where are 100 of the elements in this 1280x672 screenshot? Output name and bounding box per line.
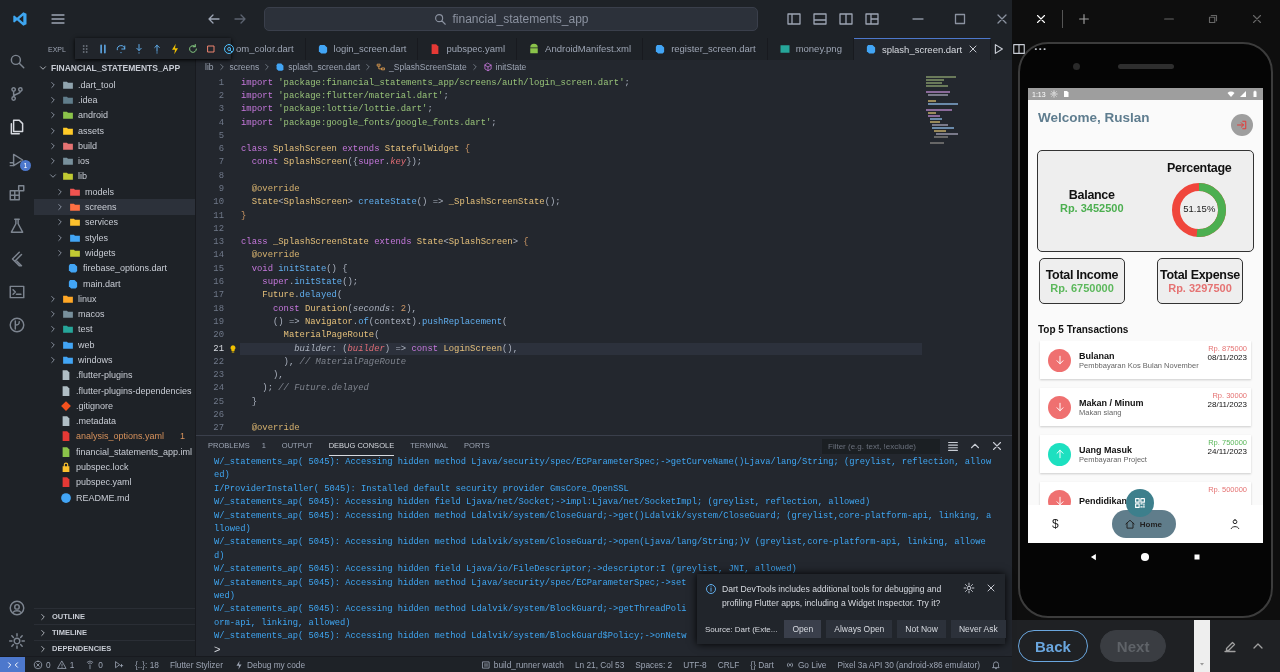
tree-item[interactable]: web — [34, 337, 195, 353]
editor-tab[interactable]: money.png — [767, 38, 854, 60]
tree-item[interactable]: linux — [34, 291, 195, 307]
tree-item[interactable]: build — [34, 138, 195, 154]
panel-toggle-icon[interactable] — [812, 11, 828, 27]
breadcrumb-item[interactable]: _SplashScreenState — [389, 62, 467, 72]
tree-item[interactable]: test — [34, 321, 195, 338]
close-icon[interactable] — [1034, 12, 1048, 26]
flask-icon[interactable] — [8, 217, 26, 235]
editor-tab[interactable]: pubspec.yaml — [418, 38, 518, 60]
editor-tab[interactable]: login_screen.dart — [305, 38, 419, 60]
run-debug-icon[interactable] — [8, 151, 26, 169]
tree-item[interactable]: windows — [34, 352, 195, 368]
debug-icon[interactable] — [113, 659, 124, 670]
status-item[interactable]: Ln 21, Col 53 — [574, 659, 625, 670]
nav-item[interactable]: $ — [1052, 517, 1059, 531]
git-graph-icon[interactable] — [8, 316, 26, 334]
logout-button[interactable] — [1231, 114, 1253, 136]
account-icon[interactable] — [8, 599, 26, 617]
breadcrumb-item[interactable]: lib — [205, 62, 214, 72]
tree-item[interactable]: services — [34, 214, 195, 230]
step-into-icon[interactable] — [133, 42, 145, 55]
restore-icon[interactable] — [1206, 12, 1220, 26]
tree-item[interactable]: firebase_options.dart — [34, 260, 195, 276]
workspace-folder[interactable]: FINANCIAL_STATEMENTS_APP — [34, 60, 195, 76]
status-item[interactable]: Flutter Stylizer — [169, 659, 223, 670]
tree-item[interactable]: android — [34, 107, 195, 123]
editor-tab[interactable]: om_color.dart — [234, 38, 306, 60]
editor-tab[interactable]: AndroidManifest.xml — [517, 38, 644, 60]
console-prompt[interactable]: > — [214, 643, 221, 655]
ports-status[interactable]: 0 — [85, 659, 103, 670]
tree-item[interactable]: .dart_tool — [34, 77, 195, 93]
command-search-field[interactable]: financial_statements_app — [264, 7, 758, 31]
source-control-icon[interactable] — [8, 85, 26, 103]
home-icon[interactable] — [1140, 552, 1151, 562]
search-icon[interactable] — [8, 52, 26, 70]
menu-icon[interactable] — [50, 11, 66, 27]
devtools-icon[interactable] — [223, 42, 235, 55]
tree-item[interactable]: analysis_options.yaml 1 — [34, 428, 195, 445]
editor-tab[interactable]: register_screen.dart — [643, 38, 768, 60]
status-item[interactable]: Pixel 3a API 30 (android-x86 emulator) — [837, 659, 980, 670]
status-item[interactable]: Spaces: 2 — [635, 659, 673, 670]
notification-button[interactable]: Never Ask — [950, 620, 1006, 638]
recents-icon[interactable] — [1192, 552, 1203, 562]
status-item[interactable]: build_runner watch — [480, 659, 564, 670]
tree-item[interactable]: models — [34, 184, 195, 200]
breadcrumb-item[interactable]: initState — [495, 62, 527, 72]
tree-item[interactable]: assets — [34, 122, 195, 139]
breadcrumb-item[interactable]: screens — [229, 62, 260, 72]
tree-item[interactable]: .idea — [34, 92, 195, 108]
tree-item[interactable]: macos — [34, 306, 195, 322]
tree-item[interactable]: .gitignore — [34, 398, 195, 414]
tree-item[interactable]: widgets — [34, 245, 195, 261]
bell-icon[interactable] — [991, 659, 1001, 670]
close-icon[interactable] — [985, 582, 997, 594]
step-out-icon[interactable] — [151, 42, 163, 55]
settings-icon[interactable] — [963, 582, 975, 594]
tree-item[interactable]: .flutter-plugins-dependencies — [34, 382, 195, 399]
layout-icon[interactable] — [864, 11, 880, 27]
pause-icon[interactable] — [97, 42, 109, 55]
status-item[interactable]: {..}: 18 — [134, 659, 159, 670]
lightning-icon[interactable] — [169, 42, 181, 55]
step-over-icon[interactable] — [115, 42, 127, 55]
list-icon[interactable] — [946, 439, 960, 453]
extensions-icon[interactable] — [8, 184, 26, 202]
breadcrumb-item[interactable]: splash_screen.dart — [288, 62, 361, 72]
settings-icon[interactable] — [8, 632, 26, 650]
split-layout-icon[interactable] — [838, 11, 854, 27]
tree-item[interactable]: main.dart — [34, 275, 195, 292]
tree-item[interactable]: ios — [34, 153, 195, 169]
tree-item[interactable]: screens — [34, 199, 195, 215]
status-item[interactable]: Go Live — [784, 659, 827, 670]
split-editor-icon[interactable] — [1012, 42, 1027, 56]
tree-item[interactable]: financial_statements_app.iml — [34, 444, 195, 460]
maximize-icon[interactable] — [952, 11, 968, 27]
status-item[interactable]: {} Dart — [750, 659, 774, 670]
restart-icon[interactable] — [187, 42, 199, 55]
status-item[interactable]: UTF-8 — [683, 659, 707, 670]
notification-button[interactable]: Not Now — [897, 620, 946, 638]
nav-item[interactable] — [1229, 517, 1241, 531]
tree-item[interactable]: pubspec.lock — [34, 459, 195, 475]
status-item[interactable]: CRLF — [717, 659, 740, 670]
close-icon[interactable] — [990, 439, 1004, 453]
status-item[interactable]: Debug my code — [233, 659, 306, 670]
sidebar-toggle-icon[interactable] — [786, 11, 802, 27]
plus-icon[interactable] — [1077, 12, 1091, 26]
tree-item[interactable]: .flutter-plugins — [34, 367, 195, 383]
tree-item[interactable]: lib — [34, 168, 195, 185]
tree-item[interactable]: pubspec.yaml — [34, 474, 195, 490]
tree-item[interactable]: README.md — [34, 490, 195, 506]
notification-button[interactable]: Always Open — [826, 620, 893, 638]
terminal-icon[interactable] — [8, 283, 26, 301]
problems-status[interactable]: 0 1 — [33, 659, 75, 670]
editor-tab[interactable]: splash_screen.dart — [853, 38, 992, 60]
nav-item[interactable]: Home — [1111, 510, 1176, 538]
stop-icon[interactable] — [205, 42, 217, 55]
filter-field[interactable]: Filter (e.g. text, !exclude) — [822, 438, 940, 454]
notification-button[interactable]: Open — [784, 620, 822, 638]
tree-item[interactable]: .metadata — [34, 413, 195, 429]
explorer-icon[interactable] — [8, 118, 26, 136]
